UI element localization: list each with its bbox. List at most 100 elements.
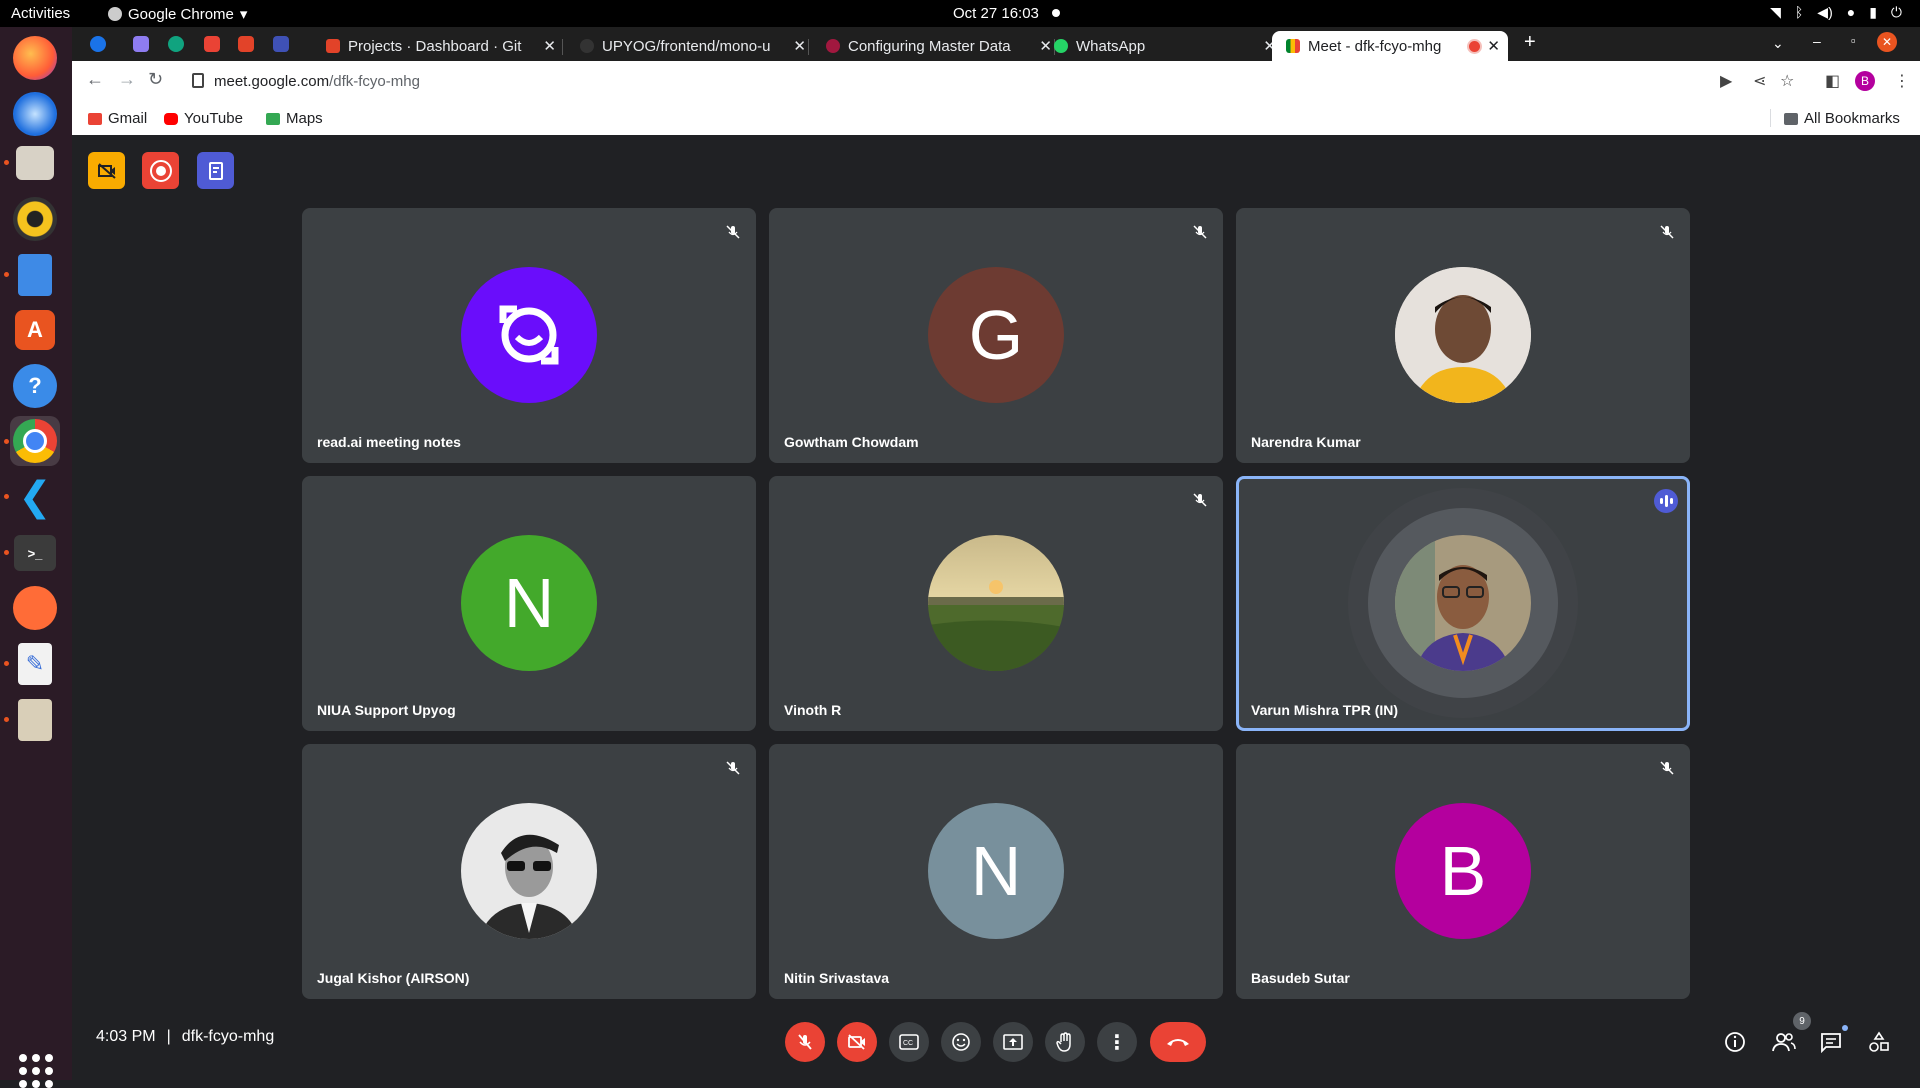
help-icon: ? xyxy=(13,364,57,408)
maximize-icon[interactable]: ▫ xyxy=(1851,33,1856,48)
recording-indicator-icon[interactable] xyxy=(142,152,179,189)
tab-whatsapp[interactable]: WhatsApp ✕ xyxy=(1040,31,1284,61)
tab-strip: Projects · Dashboard · Git ✕ UPYOG/front… xyxy=(72,27,1920,61)
reactions-button[interactable] xyxy=(941,1022,981,1062)
system-tray[interactable]: ◥ ᛒ ◀) ● ▮ ⏻ xyxy=(1770,4,1902,21)
pinned-tab-gmail[interactable] xyxy=(204,36,220,52)
participant-tile[interactable]: Narendra Kumar xyxy=(1236,208,1690,463)
bookmark-maps[interactable]: Maps xyxy=(266,110,323,127)
captions-icon: CC xyxy=(899,1034,919,1050)
dock-vscode[interactable]: ❮ xyxy=(10,472,60,522)
raise-hand-button[interactable] xyxy=(1045,1022,1085,1062)
tab-meet[interactable]: Meet - dfk-fcyo-mhg ✕ xyxy=(1272,31,1508,61)
folder-icon xyxy=(1784,112,1798,125)
system-clock[interactable]: Oct 27 16:03 xyxy=(953,5,1039,22)
dock-thunderbird[interactable] xyxy=(10,89,60,139)
camera-in-use-icon[interactable]: ▶ xyxy=(1720,71,1732,91)
system-top-bar: Activities Google Chrome ▾ Oct 27 16:03 … xyxy=(0,0,1920,27)
power-icon: ⏻ xyxy=(1890,4,1902,20)
present-icon xyxy=(1003,1034,1023,1050)
vscode-icon: ❮ xyxy=(18,475,52,519)
pinned-tab-3[interactable] xyxy=(168,36,184,52)
bookmark-star-icon[interactable]: ☆ xyxy=(1780,71,1794,91)
captions-button[interactable]: CC xyxy=(889,1022,929,1062)
close-icon[interactable]: ✕ xyxy=(543,37,556,55)
dock-help[interactable]: ? xyxy=(10,361,60,411)
camera-off-button[interactable] xyxy=(837,1022,877,1062)
app-menu[interactable]: Google Chrome ▾ xyxy=(108,5,247,23)
back-icon[interactable]: ← xyxy=(86,69,104,90)
more-options-button[interactable]: ⋮ xyxy=(1097,1022,1137,1062)
tab-upyog[interactable]: UPYOG/frontend/mono-u ✕ xyxy=(566,31,814,61)
pinned-tab-6[interactable] xyxy=(273,36,289,52)
volume-icon: ◀) xyxy=(1817,4,1833,20)
tab-label: Meet - dfk-fcyo-mhg xyxy=(1308,37,1442,55)
tab-label: Projects · Dashboard · Git xyxy=(348,37,522,55)
forward-icon[interactable]: → xyxy=(118,69,136,90)
dock-text-editor[interactable]: ✎ xyxy=(10,639,60,689)
pinned-tab-gitlab[interactable] xyxy=(238,36,254,52)
close-window-button[interactable]: ✕ xyxy=(1877,32,1897,52)
dock-terminal[interactable]: >_ xyxy=(10,528,60,578)
dock-writer[interactable] xyxy=(10,250,60,300)
dock-postman[interactable] xyxy=(10,583,60,633)
notification-dot xyxy=(1052,9,1060,17)
tab-search-icon[interactable]: ⌄ xyxy=(1772,35,1784,52)
chrome-icon xyxy=(13,419,57,463)
bookmark-gmail[interactable]: Gmail xyxy=(88,110,147,127)
separator: | xyxy=(166,1028,171,1045)
minimize-icon[interactable]: – xyxy=(1813,33,1821,49)
close-icon[interactable]: ✕ xyxy=(793,37,806,55)
share-icon[interactable]: ⋖ xyxy=(1753,71,1766,91)
all-bookmarks[interactable]: All Bookmarks xyxy=(1784,110,1900,127)
dock-rhythmbox[interactable] xyxy=(10,194,60,244)
dock-firefox[interactable] xyxy=(10,33,60,83)
close-icon[interactable]: ✕ xyxy=(1487,37,1500,55)
notes-indicator-icon[interactable] xyxy=(197,152,234,189)
participant-tile[interactable]: Vinoth R xyxy=(769,476,1223,731)
dock-files[interactable] xyxy=(10,138,60,188)
show-apps-icon[interactable] xyxy=(19,1054,53,1088)
chat-icon[interactable] xyxy=(1820,1031,1842,1058)
reload-icon[interactable]: ↻ xyxy=(148,69,163,90)
postman-icon xyxy=(13,586,57,630)
meeting-details-icon[interactable] xyxy=(1724,1031,1746,1058)
activities-shapes-icon[interactable] xyxy=(1868,1031,1890,1058)
mic-off-icon xyxy=(798,1034,812,1050)
tab-divider xyxy=(562,39,563,55)
camera-off-indicator-icon[interactable] xyxy=(88,152,125,189)
github-icon xyxy=(580,39,594,53)
microphone-off-button[interactable] xyxy=(785,1022,825,1062)
dock-app-center[interactable]: A xyxy=(10,305,60,355)
participant-tile-active-speaker[interactable]: Varun Mishra TPR (IN) xyxy=(1236,476,1690,731)
pinned-tab-2[interactable] xyxy=(133,36,149,52)
participant-tile[interactable]: Jugal Kishor (AIRSON) xyxy=(302,744,756,999)
participant-name: Jugal Kishor (AIRSON) xyxy=(317,970,470,986)
files-icon xyxy=(16,146,54,180)
participant-tile[interactable]: G Gowtham Chowdam xyxy=(769,208,1223,463)
more-menu-icon[interactable]: ⋮ xyxy=(1894,71,1910,91)
participant-tile[interactable]: N NIUA Support Upyog xyxy=(302,476,756,731)
bookmark-youtube[interactable]: YouTube xyxy=(164,110,243,127)
people-icon[interactable] xyxy=(1772,1031,1796,1058)
new-tab-button[interactable]: + xyxy=(1524,31,1536,54)
muted-mic-icon xyxy=(1189,221,1211,243)
participant-tile[interactable]: N Nitin Srivastava xyxy=(769,744,1223,999)
profile-avatar[interactable]: B xyxy=(1855,71,1875,91)
present-screen-button[interactable] xyxy=(993,1022,1033,1062)
activities-button[interactable]: Activities xyxy=(11,5,70,22)
meeting-time: 4:03 PM xyxy=(96,1028,156,1045)
tab-projects[interactable]: Projects · Dashboard · Git ✕ xyxy=(312,31,564,61)
participant-tile[interactable]: B Basudeb Sutar xyxy=(1236,744,1690,999)
side-panel-icon[interactable]: ◧ xyxy=(1825,71,1840,91)
people-count-badge: 9 xyxy=(1793,1012,1811,1030)
bookmarks-bar: Gmail YouTube Maps All Bookmarks xyxy=(72,101,1920,136)
participant-tile[interactable]: read.ai meeting notes xyxy=(302,208,756,463)
leave-call-button[interactable] xyxy=(1150,1022,1206,1062)
dock-archive[interactable] xyxy=(10,695,60,745)
address-bar[interactable]: meet.google.com/dfk-fcyo-mhg xyxy=(178,64,1808,98)
tab-configuring-master-data[interactable]: Configuring Master Data ✕ xyxy=(812,31,1060,61)
pinned-tab-1[interactable] xyxy=(90,36,106,52)
avatar-photo xyxy=(928,535,1064,671)
dock-chrome[interactable] xyxy=(10,416,60,466)
